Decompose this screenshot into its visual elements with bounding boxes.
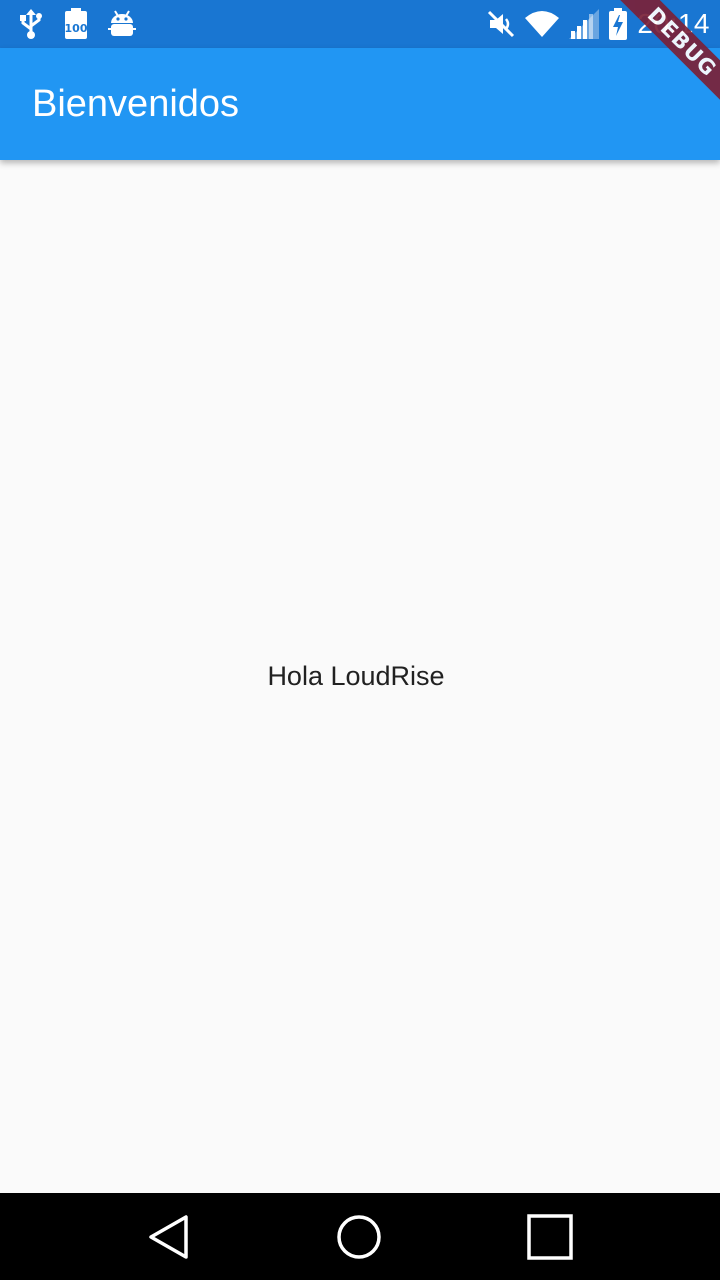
- mute-icon: [487, 10, 515, 38]
- system-nav-bar: [0, 1193, 720, 1280]
- greeting-text: Hola LoudRise: [267, 661, 445, 691]
- signal-icon: [569, 9, 600, 39]
- battery-100-icon: 100: [64, 8, 88, 40]
- battery-badge-text: 100: [65, 22, 88, 35]
- usb-icon: [18, 9, 44, 39]
- battery-charging-icon: [609, 8, 628, 40]
- recents-button[interactable]: [526, 1213, 574, 1261]
- main-content: Hola LoudRise: [0, 160, 720, 1193]
- android-debug-icon: [108, 9, 136, 39]
- wifi-icon: [525, 10, 560, 38]
- back-button[interactable]: [146, 1213, 194, 1261]
- app-screen: 100 DEBUG Bienvenidos Hola LoudRise: [0, 0, 720, 1280]
- status-bar: 100 DEBUG: [0, 0, 720, 130]
- app-bar: Bienvenidos: [0, 48, 720, 160]
- back-icon: [146, 1213, 194, 1261]
- home-button[interactable]: [335, 1213, 383, 1261]
- recents-icon: [526, 1213, 574, 1261]
- status-notifications: 100: [18, 8, 136, 40]
- home-icon: [335, 1213, 383, 1261]
- page-title: Bienvenidos: [32, 83, 240, 125]
